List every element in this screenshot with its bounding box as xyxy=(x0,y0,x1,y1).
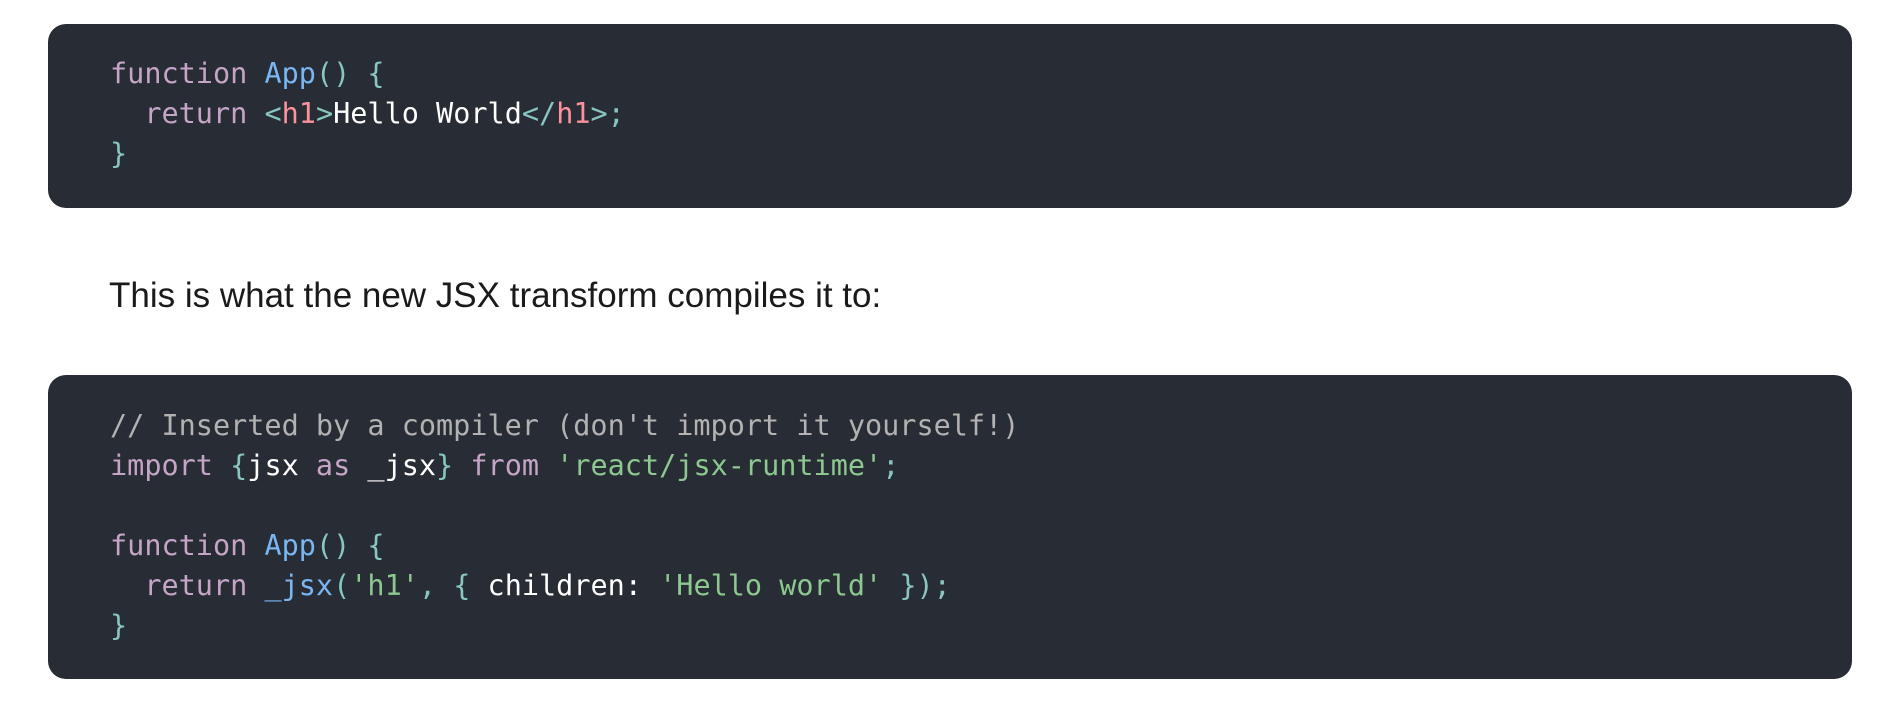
code-token-keyword: as xyxy=(315,449,368,482)
code-token-punct: </ xyxy=(521,97,557,130)
code-token-punct: }); xyxy=(882,569,951,602)
code-token-keyword: return xyxy=(110,569,265,602)
code-token-punct: () { xyxy=(315,529,385,562)
code-token-func: App xyxy=(264,529,316,562)
code-token-punct: } xyxy=(436,449,471,482)
code-token-text: jsx xyxy=(247,449,316,482)
code-token-string: 'react/jsx-runtime' xyxy=(556,449,883,482)
code-token-func: App xyxy=(264,57,316,90)
code-token-punct: >; xyxy=(590,97,625,130)
code-token-text: Hello World xyxy=(333,97,522,130)
code-line: import {jsx as _jsx} from 'react/jsx-run… xyxy=(110,446,1852,486)
code-block-jsx-source: function App() { return <h1>Hello World<… xyxy=(48,24,1852,208)
code-token-comment: // Inserted by a compiler (don't import … xyxy=(110,409,1020,442)
code-token-keyword: import xyxy=(110,449,231,482)
code-token-tag: h1 xyxy=(556,97,591,130)
code-token-punct: , { xyxy=(418,569,488,602)
code-line: function App() { xyxy=(110,54,1852,94)
explanation-paragraph: This is what the new JSX transform compi… xyxy=(109,276,882,315)
code-line: function App() { xyxy=(110,526,1852,566)
code-token-text: _jsx xyxy=(367,449,437,482)
code-token-keyword: from xyxy=(470,449,557,482)
code-line: // Inserted by a compiler (don't import … xyxy=(110,406,1852,446)
code-token-punct: } xyxy=(110,609,128,642)
code-token-text: children: xyxy=(487,569,660,602)
code-token-string: 'h1' xyxy=(350,569,419,602)
code-token-string: 'Hello world' xyxy=(659,569,883,602)
code-token-punct: ( xyxy=(333,569,351,602)
code-line: } xyxy=(110,134,1852,174)
code-line: } xyxy=(110,606,1852,646)
code-token-punct: ; xyxy=(882,449,900,482)
code-token-punct: > xyxy=(315,97,334,130)
code-token-func: _jsx xyxy=(264,569,334,602)
code-line: return <h1>Hello World</h1>; xyxy=(110,94,1852,134)
code-token-punct: < xyxy=(264,97,282,130)
code-token-punct: () { xyxy=(315,57,385,90)
code-token-keyword: function xyxy=(110,57,265,90)
code-token-keyword: return xyxy=(110,97,265,130)
code-token-tag: h1 xyxy=(281,97,316,130)
code-line: return _jsx('h1', { children: 'Hello wor… xyxy=(110,566,1852,606)
code-block-compiled-output: // Inserted by a compiler (don't import … xyxy=(48,375,1852,679)
code-token-punct: { xyxy=(230,449,248,482)
code-token-punct: } xyxy=(110,137,128,170)
code-token-keyword: function xyxy=(110,529,265,562)
